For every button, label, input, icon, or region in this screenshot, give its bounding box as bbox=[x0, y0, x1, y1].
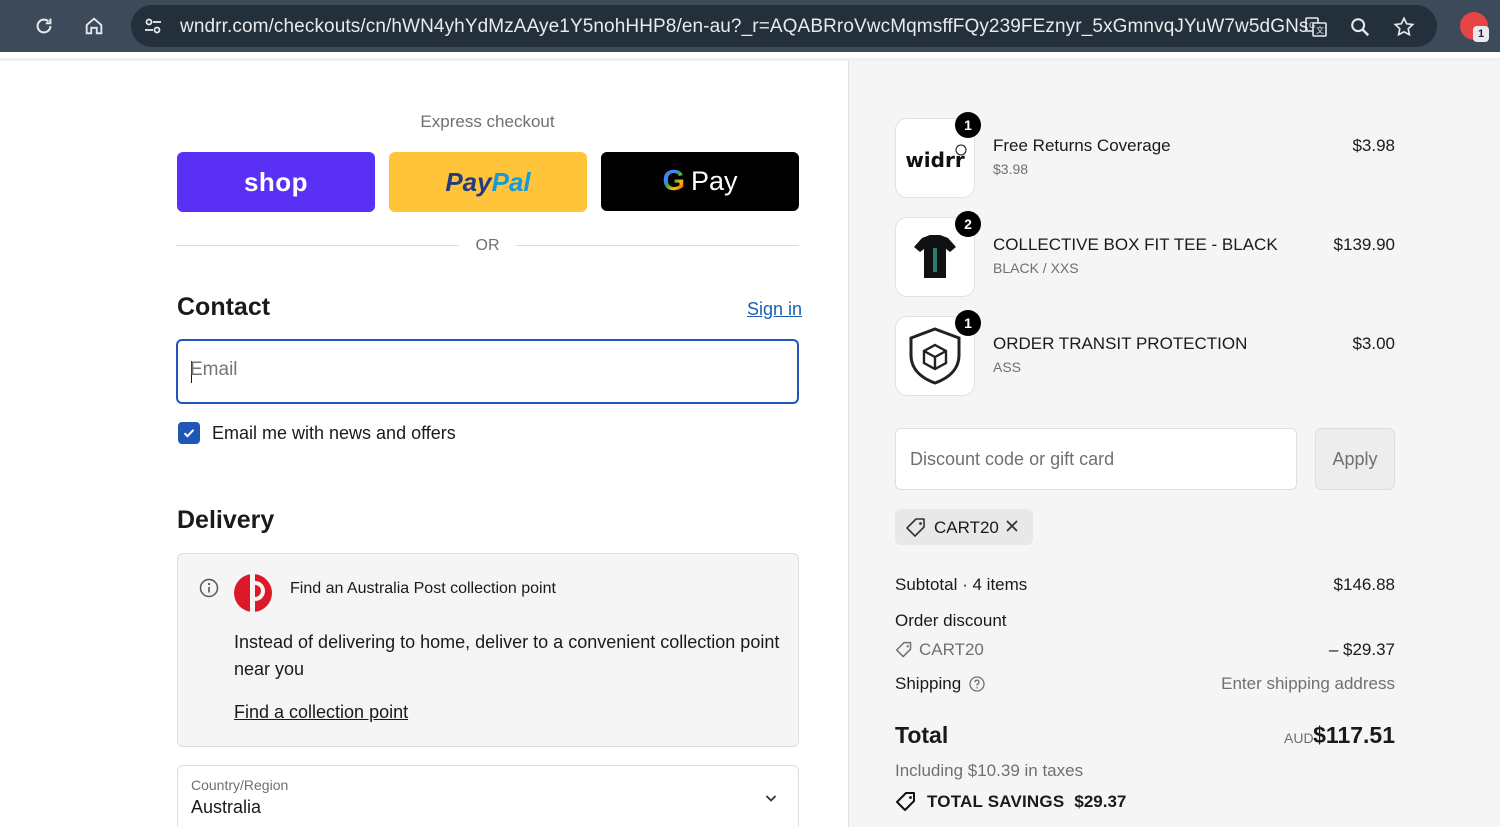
zoom-icon[interactable] bbox=[1347, 14, 1373, 40]
order-discount-label: Order discount bbox=[895, 611, 1007, 630]
url-text[interactable]: wndrr.com/checkouts/cn/hWN4yhYdMzAAye1Y5… bbox=[180, 16, 1309, 38]
or-divider: OR bbox=[176, 236, 799, 256]
chevron-down-icon bbox=[763, 790, 779, 806]
item-price: $139.90 bbox=[1333, 235, 1395, 254]
subtotal-value: $146.88 bbox=[1333, 575, 1395, 594]
browser-toolbar: wndrr.com/checkouts/cn/hWN4yhYdMzAAye1Y5… bbox=[0, 0, 1500, 52]
site-info-icon[interactable] bbox=[141, 14, 165, 38]
translate-icon[interactable]: G文 bbox=[1303, 14, 1329, 40]
australia-post-logo bbox=[233, 573, 273, 613]
delivery-heading: Delivery bbox=[177, 506, 275, 534]
sign-in-link[interactable]: Sign in bbox=[747, 299, 802, 320]
shipping-value: Enter shipping address bbox=[1221, 674, 1395, 693]
tag-icon bbox=[905, 517, 927, 539]
profile-badge: 1 bbox=[1473, 26, 1489, 42]
total-value: $117.51 bbox=[1313, 722, 1395, 748]
discount-code-field[interactable] bbox=[895, 428, 1297, 490]
bookmark-star-icon[interactable] bbox=[1391, 14, 1417, 40]
remove-discount-icon[interactable] bbox=[1003, 517, 1021, 535]
shipping-label: Shipping bbox=[895, 674, 962, 693]
info-icon bbox=[199, 578, 219, 598]
reload-icon[interactable] bbox=[28, 10, 60, 42]
paypal-label-part1: Pay bbox=[445, 166, 492, 197]
news-offers-label[interactable]: Email me with news and offers bbox=[212, 423, 456, 444]
total-savings-label: TOTAL SAVINGS bbox=[927, 792, 1065, 811]
address-bar[interactable]: wndrr.com/checkouts/cn/hWN4yhYdMzAAye1Y5… bbox=[131, 5, 1437, 47]
item-variant: $3.98 bbox=[993, 161, 1029, 177]
home-icon[interactable] bbox=[78, 10, 110, 42]
contact-heading: Contact bbox=[177, 293, 271, 321]
tax-line: Including $10.39 in taxes bbox=[895, 761, 1084, 780]
quantity-badge: 2 bbox=[955, 211, 981, 237]
apply-discount-button[interactable]: Apply bbox=[1315, 428, 1395, 490]
order-discount-code: CART20 bbox=[919, 640, 984, 659]
country-region-value: Australia bbox=[191, 797, 262, 817]
google-pay-label: Pay bbox=[691, 166, 738, 196]
item-price: $3.00 bbox=[1352, 334, 1395, 353]
order-discount-value: – $29.37 bbox=[1328, 640, 1395, 659]
paypal-label-part2: Pal bbox=[491, 166, 531, 197]
applied-discount-code: CART20 bbox=[934, 518, 999, 537]
news-offers-checkbox[interactable] bbox=[178, 422, 200, 444]
collection-point-description: Instead of delivering to home, deliver t… bbox=[234, 632, 780, 679]
item-variant: ASS bbox=[993, 359, 1022, 375]
email-field[interactable] bbox=[176, 339, 799, 404]
collection-point-title: Find an Australia Post collection point bbox=[290, 580, 556, 597]
tag-icon bbox=[895, 641, 912, 658]
paypal-button[interactable]: Pay Pal bbox=[389, 152, 587, 212]
svg-text:G: G bbox=[1309, 21, 1315, 30]
discount-code-input[interactable] bbox=[910, 449, 1280, 470]
svg-text:文: 文 bbox=[1316, 25, 1324, 35]
savings-tag-icon bbox=[896, 792, 915, 811]
quantity-badge: 1 bbox=[955, 112, 981, 138]
total-savings-row: TOTAL SAVINGS $29.37 bbox=[895, 791, 1126, 813]
item-name: ORDER TRANSIT PROTECTION bbox=[993, 334, 1248, 353]
order-discount-code-row: CART20 bbox=[895, 640, 984, 660]
item-name: COLLECTIVE BOX FIT TEE - BLACK bbox=[993, 235, 1278, 254]
total-currency: AUD bbox=[1284, 730, 1314, 746]
total-savings-value: $29.37 bbox=[1074, 792, 1127, 811]
or-text: OR bbox=[475, 237, 500, 254]
help-icon[interactable] bbox=[969, 676, 985, 692]
quantity-badge: 1 bbox=[955, 310, 981, 336]
country-region-label: Country/Region bbox=[191, 777, 289, 793]
applied-discount-chip: CART20 bbox=[895, 509, 1033, 545]
total-label: Total bbox=[895, 722, 949, 748]
item-name: Free Returns Coverage bbox=[993, 136, 1171, 155]
shop-pay-label: shop bbox=[243, 166, 309, 197]
shop-pay-button[interactable]: shop bbox=[177, 152, 375, 212]
shipping-row: Shipping bbox=[895, 674, 985, 694]
google-pay-button[interactable]: G Pay bbox=[601, 152, 799, 211]
find-collection-point-link[interactable]: Find a collection point bbox=[234, 702, 408, 723]
email-input[interactable] bbox=[190, 359, 780, 381]
item-variant: BLACK / XXS bbox=[993, 260, 1079, 276]
extension-profile-icon[interactable]: 1 bbox=[1460, 12, 1489, 42]
country-region-select[interactable]: Country/Region Australia bbox=[177, 765, 799, 827]
subtotal-label: Subtotal · 4 items bbox=[895, 575, 1028, 594]
express-checkout-title: Express checkout bbox=[420, 112, 555, 131]
google-g-icon: G bbox=[662, 165, 686, 197]
item-price: $3.98 bbox=[1352, 136, 1395, 155]
